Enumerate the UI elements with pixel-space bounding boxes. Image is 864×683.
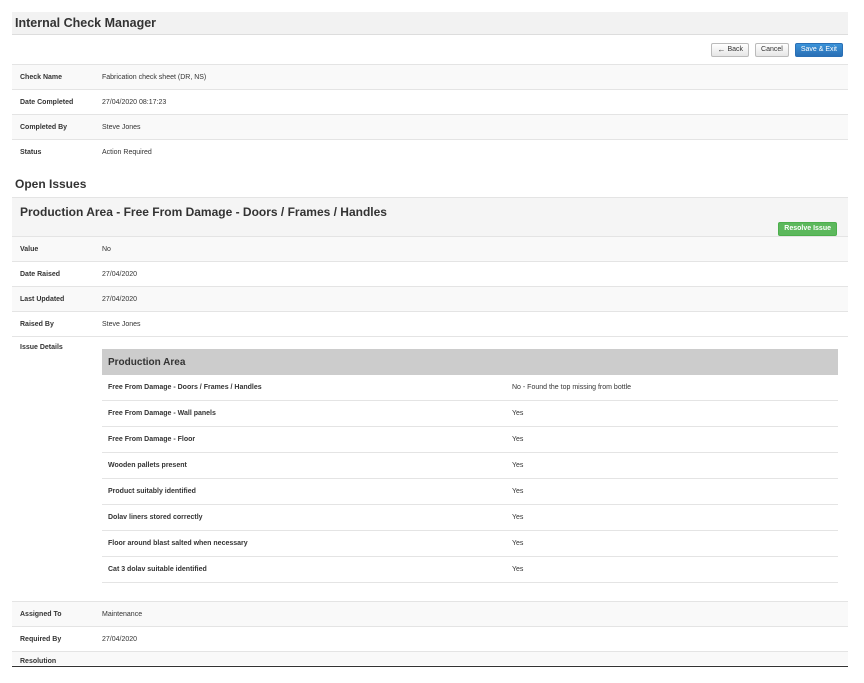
raised-by-row: Raised By Steve Jones — [12, 311, 848, 336]
issue-details-label: Issue Details — [20, 344, 63, 351]
field-value: Maintenance — [102, 610, 143, 618]
answer-cell: Yes — [512, 410, 524, 417]
field-value: 27/04/2020 — [102, 295, 138, 303]
value-row: Value No — [12, 236, 848, 261]
question-cell: Free From Damage - Floor — [108, 436, 196, 443]
arrow-left-icon: ← — [717, 45, 726, 54]
date-completed-row: Date Completed 27/04/2020 08:17:23 — [12, 89, 848, 114]
field-label: Completed By — [20, 123, 68, 131]
field-value: Steve Jones — [102, 123, 141, 131]
check-summary-table: Check Name Fabrication check sheet (DR, … — [12, 64, 848, 164]
answer-cell: Yes — [512, 514, 524, 521]
field-label: Date Raised — [20, 270, 61, 278]
table-row: Cat 3 dolav suitable identified Yes — [102, 557, 838, 583]
field-label: Check Name — [20, 73, 63, 81]
field-label: Value — [20, 245, 39, 253]
question-cell: Wooden pallets present — [108, 462, 187, 469]
issue-header: Production Area - Free From Damage - Doo… — [12, 197, 848, 237]
page-header: Internal Check Manager — [12, 12, 848, 35]
last-updated-row: Last Updated 27/04/2020 — [12, 286, 848, 311]
completed-by-row: Completed By Steve Jones — [12, 114, 848, 139]
field-value: No — [102, 245, 111, 253]
cancel-button[interactable]: Cancel — [755, 43, 789, 57]
field-value: Steve Jones — [102, 320, 141, 328]
field-label: Status — [20, 148, 42, 156]
assignment-fields-table: Assigned To Maintenance Required By 27/0… — [12, 601, 848, 665]
issue-details-row: Issue Details Production Area Free From … — [12, 336, 848, 602]
question-cell: Dolav liners stored correctly — [108, 514, 203, 521]
question-cell: Cat 3 dolav suitable identified — [108, 566, 207, 573]
field-label: Required By — [20, 635, 62, 643]
issue-details-table: Production Area Free From Damage - Doors… — [102, 349, 838, 583]
field-label: Resolution — [20, 658, 57, 665]
page-title: Internal Check Manager — [15, 16, 157, 30]
table-row: Floor around blast salted when necessary… — [102, 531, 838, 557]
section-header: Production Area — [102, 349, 838, 375]
answer-cell: Yes — [512, 462, 524, 469]
required-by-row: Required By 27/04/2020 — [12, 626, 848, 651]
field-value: 27/04/2020 08:17:23 — [102, 98, 167, 106]
question-cell: Floor around blast salted when necessary — [108, 540, 248, 547]
table-row: Wooden pallets present Yes — [102, 453, 838, 479]
bottom-divider — [12, 666, 848, 667]
question-cell: Free From Damage - Wall panels — [108, 410, 216, 417]
open-issues-heading: Open Issues — [15, 177, 87, 191]
field-value: Fabrication check sheet (DR, NS) — [102, 73, 207, 81]
back-button[interactable]: ← Back — [711, 43, 750, 57]
question-cell: Free From Damage - Doors / Frames / Hand… — [108, 384, 262, 391]
back-button-label: Back — [727, 46, 744, 53]
issue-fields-table: Value No Date Raised 27/04/2020 Last Upd… — [12, 236, 848, 336]
field-value: 27/04/2020 — [102, 270, 138, 278]
table-row: Dolav liners stored correctly Yes — [102, 505, 838, 531]
table-row: Product suitably identified Yes — [102, 479, 838, 505]
assigned-to-row: Assigned To Maintenance — [12, 601, 848, 626]
toolbar: ← Back Cancel Save & Exit — [711, 43, 843, 57]
save-exit-button[interactable]: Save & Exit — [794, 43, 843, 57]
field-label: Assigned To — [20, 610, 62, 618]
answer-cell: Yes — [512, 488, 524, 495]
resolution-row: Resolution — [12, 651, 848, 665]
status-row: Status Action Required — [12, 139, 848, 164]
table-row: Free From Damage - Wall panels Yes — [102, 401, 838, 427]
answer-cell: No - Found the top missing from bottle — [512, 384, 632, 391]
table-row: Free From Damage - Doors / Frames / Hand… — [102, 375, 838, 401]
answer-cell: Yes — [512, 540, 524, 547]
status-value: Action Required — [102, 148, 152, 156]
answer-cell: Yes — [512, 436, 524, 443]
check-name-row: Check Name Fabrication check sheet (DR, … — [12, 64, 848, 89]
issue-title: Production Area - Free From Damage - Doo… — [20, 205, 387, 219]
field-label: Raised By — [20, 320, 54, 328]
field-value: 27/04/2020 — [102, 635, 138, 643]
question-cell: Product suitably identified — [108, 488, 196, 495]
date-raised-row: Date Raised 27/04/2020 — [12, 261, 848, 286]
field-label: Date Completed — [20, 98, 74, 106]
answer-cell: Yes — [512, 566, 524, 573]
table-row: Free From Damage - Floor Yes — [102, 427, 838, 453]
resolve-issue-button[interactable]: Resolve Issue — [778, 222, 837, 236]
field-label: Last Updated — [20, 295, 65, 303]
